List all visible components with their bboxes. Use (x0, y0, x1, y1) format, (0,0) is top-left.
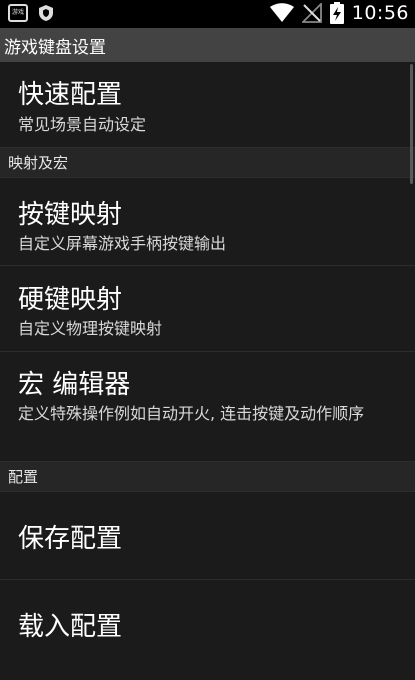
quick-config-subtitle: 常见场景自动设定 (18, 115, 147, 134)
section-header-config: 配置 (0, 462, 415, 492)
quick-config-item[interactable]: 快速配置 常见场景自动设定 (0, 62, 415, 148)
load-config-item[interactable]: 载入配置 (0, 580, 415, 666)
battery-charging-icon (329, 2, 344, 24)
hard-key-mapping-subtitle: 自定义物理按键映射 (18, 319, 163, 338)
page-title: 游戏键盘设置 (4, 37, 106, 58)
key-mapping-title: 按键映射 (18, 200, 123, 230)
clock: 10:56 (351, 2, 409, 24)
hard-key-mapping-item[interactable]: 硬键映射 自定义物理按键映射 (0, 266, 415, 352)
macro-editor-subtitle: 定义特殊操作例如自动开火, 连击按键及动作顺序 (18, 404, 365, 423)
key-mapping-item[interactable]: 按键映射 自定义屏幕游戏手柄按键输出 (0, 178, 415, 266)
scrollbar[interactable] (410, 64, 413, 184)
hard-key-mapping-title: 硬键映射 (18, 285, 123, 315)
section-header-config-label: 配置 (8, 468, 39, 486)
quick-config-title: 快速配置 (18, 80, 123, 110)
section-header-mapping-label: 映射及宏 (8, 154, 69, 172)
wifi-icon (269, 3, 294, 22)
key-mapping-subtitle: 自定义屏幕游戏手柄按键输出 (18, 234, 227, 253)
save-config-item[interactable]: 保存配置 (0, 492, 415, 580)
shield-icon (39, 5, 53, 21)
title-bar: 游戏键盘设置 (0, 28, 415, 62)
app-icon: 游戏键 (8, 4, 28, 22)
section-header-mapping: 映射及宏 (0, 148, 415, 178)
no-signal-icon (301, 3, 322, 23)
macro-editor-title: 宏 编辑器 (18, 370, 131, 400)
macro-editor-item[interactable]: 宏 编辑器 定义特殊操作例如自动开火, 连击按键及动作顺序 (0, 352, 415, 462)
settings-list: 快速配置 常见场景自动设定 映射及宏 按键映射 自定义屏幕游戏手柄按键输出 硬键… (0, 62, 415, 666)
load-config-title: 载入配置 (18, 612, 123, 642)
save-config-title: 保存配置 (18, 524, 123, 554)
status-bar: 游戏键 10:56 (0, 0, 415, 28)
